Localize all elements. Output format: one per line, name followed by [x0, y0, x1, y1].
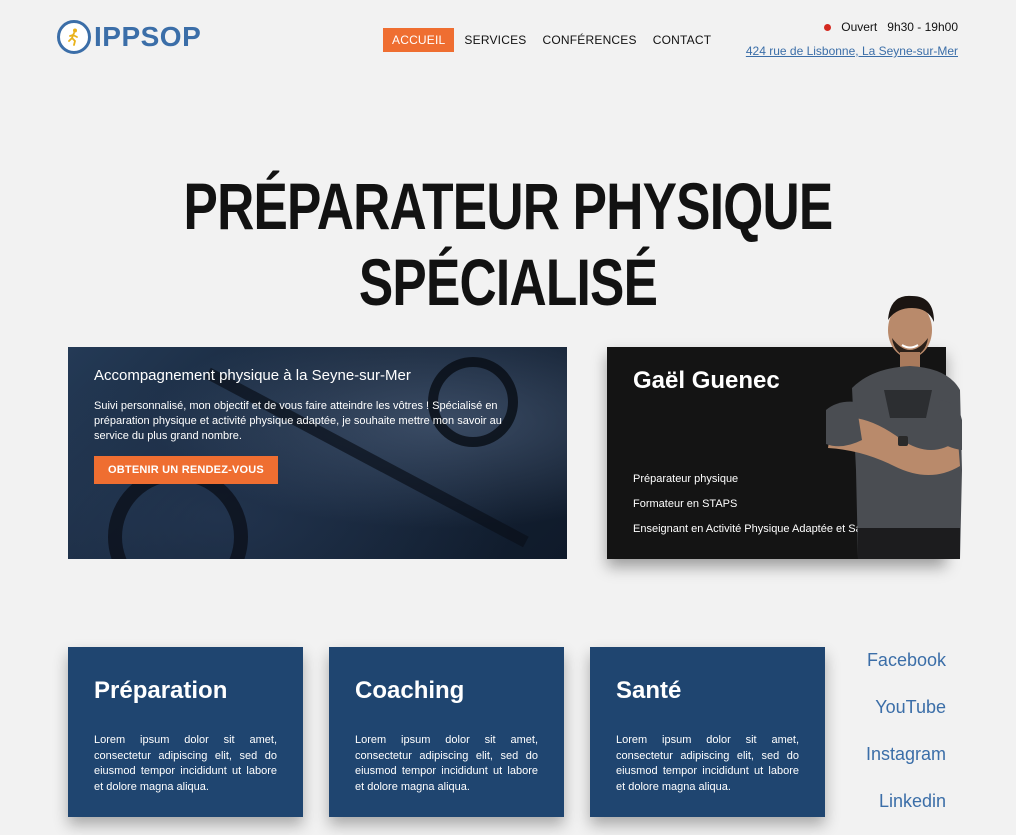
service-card-preparation: Préparation Lorem ipsum dolor sit amet, …	[68, 647, 303, 817]
service-text: Lorem ipsum dolor sit amet, consectetur …	[616, 734, 799, 793]
hero-card: Accompagnement physique à la Seyne-sur-M…	[68, 347, 567, 559]
address-link[interactable]: 424 rue de Lisbonne, La Seyne-sur-Mer	[746, 44, 958, 58]
opening-status: Ouvert 9h30 - 19h00	[824, 20, 958, 34]
instagram-link[interactable]: Instagram	[866, 744, 946, 765]
linkedin-link[interactable]: Linkedin	[866, 791, 946, 812]
nav-item-services[interactable]: SERVICES	[458, 29, 532, 51]
main-nav: ACCUEIL SERVICES CONFÉRENCES CONTACT	[383, 28, 717, 52]
runner-logo-icon	[57, 20, 91, 54]
coach-portrait	[826, 295, 962, 559]
open-status-dot-icon	[824, 23, 832, 31]
nav-item-conferences[interactable]: CONFÉRENCES	[537, 29, 643, 51]
open-status-label: Ouvert	[841, 20, 878, 34]
service-title: Santé	[616, 677, 682, 704]
service-title: Préparation	[94, 677, 228, 704]
youtube-link[interactable]: YouTube	[866, 697, 946, 718]
nav-item-contact[interactable]: CONTACT	[647, 29, 718, 51]
service-title: Coaching	[355, 677, 465, 704]
nav-item-accueil[interactable]: ACCUEIL	[383, 28, 455, 52]
opening-hours: 9h30 - 19h00	[887, 20, 958, 34]
profile-name: Gaël Guenec	[633, 367, 780, 394]
site-logo[interactable]: IPPSOP	[57, 20, 201, 54]
service-text: Lorem ipsum dolor sit amet, consectetur …	[355, 734, 538, 793]
social-links: Facebook YouTube Instagram Linkedin	[866, 650, 946, 835]
facebook-link[interactable]: Facebook	[866, 650, 946, 671]
appointment-button[interactable]: OBTENIR UN RENDEZ-VOUS	[94, 456, 278, 484]
hero-card-title: Accompagnement physique à la Seyne-sur-M…	[94, 367, 411, 384]
page-title: PRÉPARATEUR PHYSIQUE SPÉCIALISÉ	[183, 169, 834, 319]
service-card-coaching: Coaching Lorem ipsum dolor sit amet, con…	[329, 647, 564, 817]
service-text: Lorem ipsum dolor sit amet, consectetur …	[94, 734, 277, 793]
brand-name: IPPSOP	[94, 21, 202, 52]
hero-card-text: Suivi personnalisé, mon objectif et de v…	[94, 400, 502, 442]
service-card-sante: Santé Lorem ipsum dolor sit amet, consec…	[590, 647, 825, 817]
hero-card-content: Accompagnement physique à la Seyne-sur-M…	[94, 367, 524, 484]
